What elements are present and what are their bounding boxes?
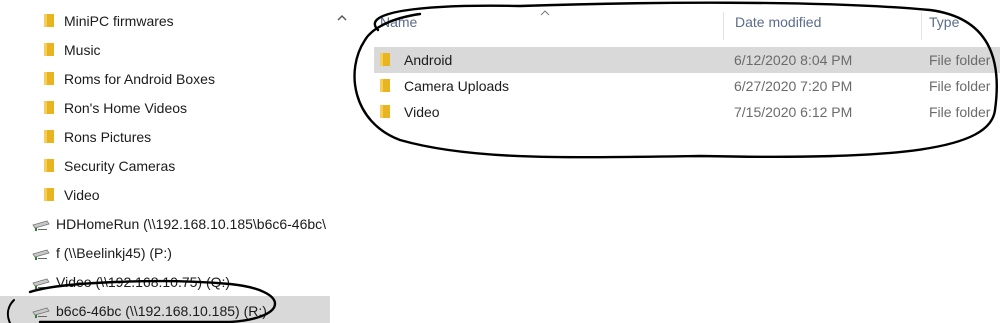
network-drive-icon	[32, 247, 50, 260]
nav-item-security-cameras[interactable]: Security Cameras	[0, 151, 330, 180]
folder-icon	[380, 105, 390, 118]
folder-icon	[380, 79, 390, 92]
nav-item-label: Video (\\192.168.10.75) (Q:)	[56, 273, 231, 290]
nav-item-video-q-drive[interactable]: Video (\\192.168.10.75) (Q:)	[0, 267, 330, 296]
file-type: File folder	[929, 78, 991, 94]
column-divider[interactable]	[723, 12, 724, 40]
column-header-date-modified[interactable]: Date modified	[735, 14, 821, 30]
nav-item-label: b6c6-46bc (\\192.168.10.185) (R:)	[56, 302, 267, 319]
file-name: Camera Uploads	[404, 78, 510, 94]
file-date-modified: 6/27/2020 7:20 PM	[734, 78, 853, 94]
file-list-pane[interactable]: Name Date modified Type Android 6/12/202…	[352, 0, 1000, 323]
navigation-pane[interactable]: MiniPC firmwares Music Roms for Android …	[0, 0, 330, 323]
nav-item-label: HDHomeRun (\\192.168.10.185\b6c6-46bc\	[56, 215, 327, 232]
folder-icon	[44, 101, 54, 114]
column-divider[interactable]	[921, 12, 922, 40]
file-date-modified: 6/12/2020 8:04 PM	[734, 52, 853, 68]
column-header-type[interactable]: Type	[929, 14, 959, 30]
nav-item-label: Security Cameras	[64, 157, 176, 174]
column-header-row: Name Date modified Type	[352, 8, 1000, 40]
folder-icon	[380, 53, 390, 66]
nav-item-label: Music	[64, 41, 101, 58]
file-type: File folder	[929, 104, 991, 120]
file-row-camera-uploads[interactable]: Camera Uploads 6/27/2020 7:20 PM File fo…	[374, 73, 1000, 99]
nav-item-f-beelink-drive[interactable]: f (\\Beelinkj45) (P:)	[0, 238, 330, 267]
nav-item-music[interactable]: Music	[0, 35, 330, 64]
sort-ascending-icon	[540, 8, 550, 19]
folder-icon	[44, 43, 54, 56]
folder-icon	[44, 130, 54, 143]
folder-icon	[44, 14, 54, 27]
nav-item-b6c6-r-drive[interactable]: b6c6-46bc (\\192.168.10.185) (R:)	[0, 296, 330, 323]
column-header-name[interactable]: Name	[380, 14, 417, 30]
file-name: Android	[404, 52, 453, 68]
scroll-up-arrow-icon[interactable]	[333, 9, 351, 25]
nav-item-rons-pictures[interactable]: Rons Pictures	[0, 122, 330, 151]
nav-item-minipc-firmwares[interactable]: MiniPC firmwares	[0, 6, 330, 35]
nav-item-label: Roms for Android Boxes	[64, 70, 215, 87]
nav-item-hdhomerun-drive[interactable]: HDHomeRun (\\192.168.10.185\b6c6-46bc\	[0, 209, 330, 238]
nav-item-label: MiniPC firmwares	[64, 12, 174, 29]
folder-icon	[44, 72, 54, 85]
folder-icon	[44, 159, 54, 172]
network-drive-icon	[32, 305, 50, 318]
nav-scrollbar[interactable]	[332, 0, 352, 323]
nav-item-label: Rons Pictures	[64, 128, 152, 145]
network-drive-icon	[32, 276, 50, 289]
nav-item-video[interactable]: Video	[0, 180, 330, 209]
nav-item-label: f (\\Beelinkj45) (P:)	[56, 244, 172, 261]
nav-item-label: Ron's Home Videos	[64, 99, 188, 116]
file-row-video[interactable]: Video 7/15/2020 6:12 PM File folder	[374, 99, 1000, 125]
nav-item-label: Video	[64, 186, 100, 203]
folder-icon	[44, 188, 54, 201]
file-row-android[interactable]: Android 6/12/2020 8:04 PM File folder	[374, 47, 1000, 73]
file-name: Video	[404, 104, 440, 120]
file-type: File folder	[929, 52, 991, 68]
network-drive-icon	[32, 218, 50, 231]
nav-item-rons-home-videos[interactable]: Ron's Home Videos	[0, 93, 330, 122]
file-date-modified: 7/15/2020 6:12 PM	[734, 104, 853, 120]
nav-item-roms-for-android-boxes[interactable]: Roms for Android Boxes	[0, 64, 330, 93]
